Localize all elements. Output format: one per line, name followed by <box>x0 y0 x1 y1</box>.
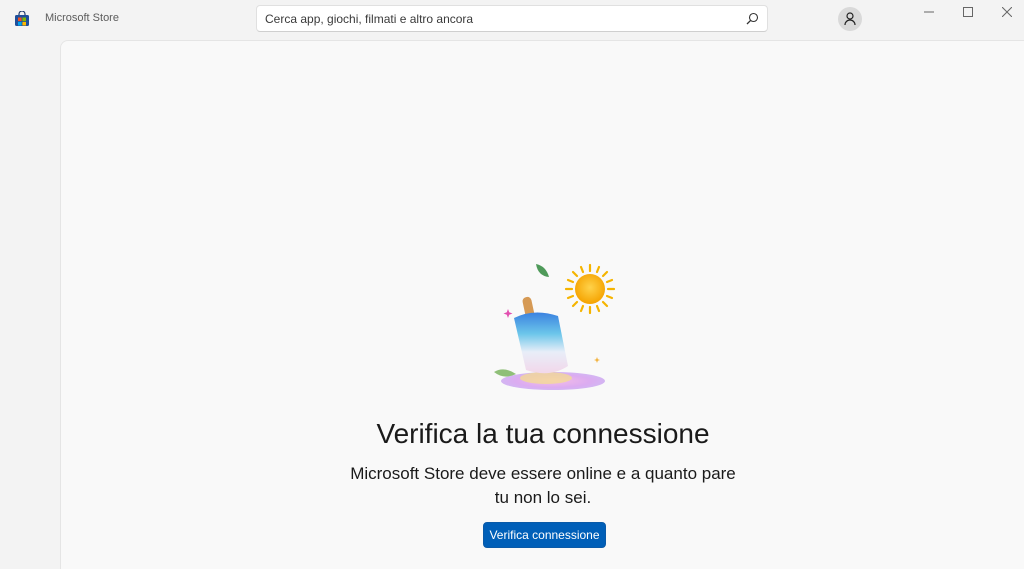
title-bar: Microsoft Store <box>0 0 1024 40</box>
store-icon <box>14 10 30 27</box>
main-content: Verifica la tua connessione Microsoft St… <box>60 40 1024 569</box>
search-input[interactable] <box>265 6 735 31</box>
maximize-button[interactable] <box>949 0 987 26</box>
melting-popsicle-illustration <box>486 261 621 396</box>
account-button[interactable] <box>838 7 862 31</box>
search-icon[interactable] <box>746 12 759 25</box>
app-title: Microsoft Store <box>45 12 119 24</box>
error-message: Microsoft Store deve essere online e a q… <box>350 464 736 507</box>
search-box[interactable] <box>256 5 768 32</box>
check-connection-button[interactable]: Verifica connessione <box>483 522 606 548</box>
close-button[interactable] <box>988 0 1024 26</box>
minimize-button[interactable] <box>910 0 948 26</box>
error-title: Verifica la tua connessione <box>376 418 710 449</box>
